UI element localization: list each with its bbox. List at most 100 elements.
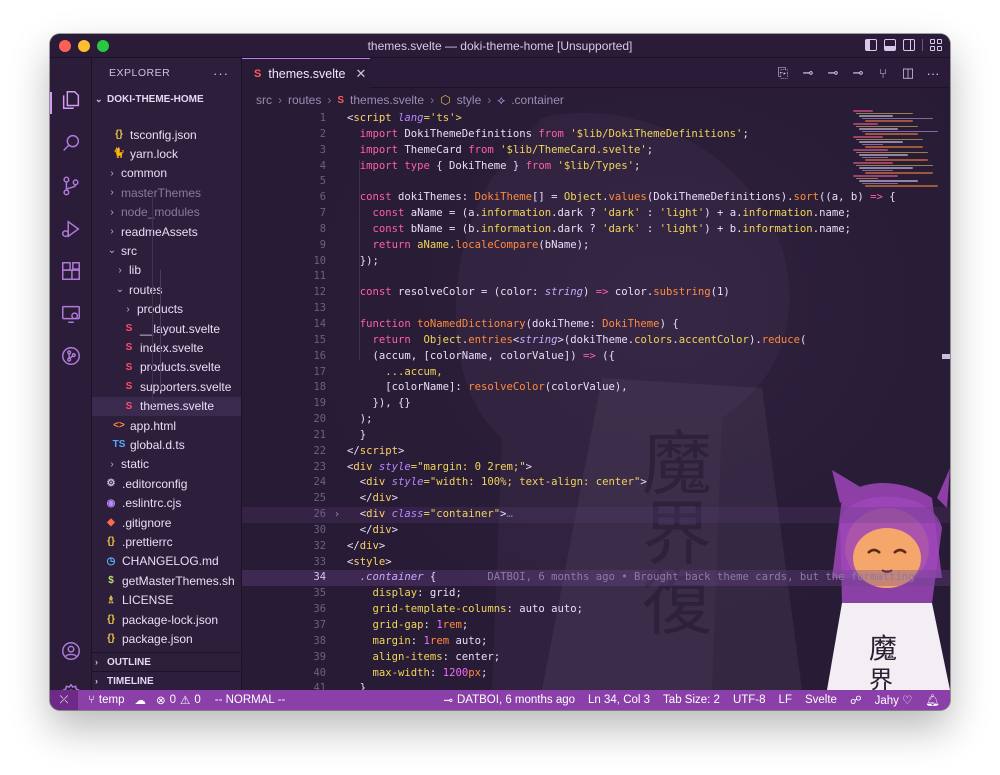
remote-explorer-icon[interactable] <box>59 302 83 326</box>
cursor-position[interactable]: Ln 34, Col 3 <box>588 694 650 706</box>
tab-themes-svelte[interactable]: S themes.svelte ✕ <box>242 58 370 88</box>
file-item[interactable]: {} package.json <box>92 629 241 648</box>
code-line[interactable]: 36 grid-template-columns: auto auto; <box>242 602 950 618</box>
code-line[interactable]: 17 ...accum, <box>242 365 950 381</box>
git-commit-icon[interactable]: ⊸ <box>801 65 815 81</box>
code-line[interactable]: 8 const bName = (b.information.dark ? 'd… <box>242 222 950 238</box>
file-item[interactable]: Sindex.svelte <box>92 338 241 357</box>
file-item[interactable]: ◆ .gitignore <box>92 513 241 532</box>
code-line[interactable]: 34 .container { DATBOI, 6 months ago • B… <box>242 570 950 587</box>
feedback-icon[interactable]: ☍ <box>850 693 862 707</box>
code-line[interactable]: 41 } <box>242 681 950 690</box>
code-line[interactable]: 11 <box>242 269 950 285</box>
code-line[interactable]: 20 ); <box>242 412 950 428</box>
minimize-window-button[interactable] <box>78 40 90 52</box>
code-line[interactable]: 13 <box>242 301 950 317</box>
code-line[interactable]: 14 function toNamedDictionary(dokiTheme:… <box>242 317 950 333</box>
account-icon[interactable] <box>59 639 83 663</box>
code-line[interactable]: 35 display: grid; <box>242 586 950 602</box>
file-item[interactable]: 🐈 yarn.lock <box>92 144 241 163</box>
more-actions-icon[interactable]: ··· <box>213 66 229 81</box>
source-control-icon[interactable] <box>59 174 83 198</box>
breadcrumb-item[interactable]: style <box>457 93 482 107</box>
code-line[interactable]: 32 </div> <box>242 539 950 555</box>
folder-item[interactable]: › masterThemes <box>92 183 241 202</box>
folder-item[interactable]: ⌄ src <box>92 241 241 260</box>
breadcrumb-item[interactable]: routes <box>288 93 321 107</box>
file-item[interactable]: $ getMasterThemes.sh <box>92 571 241 590</box>
code-line[interactable]: 38 margin: 1rem auto; <box>242 634 950 650</box>
code-line[interactable]: 16 (accum, [colorName, colorValue]) => (… <box>242 349 950 365</box>
file-item[interactable]: ◉ .eslintrc.cjs <box>92 494 241 513</box>
files-icon[interactable] <box>59 88 83 112</box>
folder-item[interactable]: ›products <box>92 300 241 319</box>
theme-user[interactable]: Jahy ♡ <box>875 693 913 707</box>
code-line[interactable]: 7 const aName = (a.information.dark ? 'd… <box>242 206 950 222</box>
problems-indicator[interactable]: ⊗ 0 ⚠ 0 <box>156 693 201 707</box>
file-item[interactable]: {} tsconfig.json <box>92 125 241 144</box>
previous-change-icon[interactable]: ⊸ <box>826 65 840 81</box>
code-line[interactable]: 5 <box>242 174 950 190</box>
code-line[interactable]: 6 const dokiThemes: DokiTheme[] = Object… <box>242 190 950 206</box>
code-line[interactable]: 4 import type { DokiTheme } from '$lib/T… <box>242 159 950 175</box>
remote-indicator[interactable]: ⤫ <box>50 690 78 710</box>
folder-item[interactable]: › node_modules <box>92 203 241 222</box>
code-line[interactable]: 30 </div> <box>242 523 950 539</box>
notifications-bell-icon[interactable]: 🔔︎ <box>925 693 940 707</box>
end-of-line[interactable]: LF <box>779 694 792 706</box>
file-item[interactable]: <> app.html <box>92 416 241 435</box>
tab-size[interactable]: Tab Size: 2 <box>663 694 720 706</box>
code-line[interactable]: 15 return Object.entries<string>(dokiThe… <box>242 333 950 349</box>
folder-item[interactable]: › readmeAssets <box>92 222 241 241</box>
close-window-button[interactable] <box>59 40 71 52</box>
folder-item[interactable]: › lib <box>92 261 241 280</box>
file-item[interactable]: S __layout.svelte <box>92 319 241 338</box>
more-editor-actions-icon[interactable]: ··· <box>926 66 940 81</box>
code-line[interactable]: 23 <div style="margin: 0 2rem;"> <box>242 460 950 476</box>
code-line[interactable]: 21 } <box>242 428 950 444</box>
git-graph-action-icon[interactable]: ⑂ <box>876 66 890 81</box>
run-debug-icon[interactable] <box>59 217 83 241</box>
git-blame-status[interactable]: ⊸ DATBOI, 6 months ago <box>443 693 575 707</box>
open-preview-icon[interactable]: ⎘ <box>776 65 790 81</box>
code-line[interactable]: 33 <style> <box>242 555 950 571</box>
file-item[interactable]: Sproducts.svelte <box>92 358 241 377</box>
file-item[interactable]: {} .prettierrc <box>92 532 241 551</box>
file-item[interactable]: ◷ CHANGELOG.md <box>92 552 241 571</box>
outline-section[interactable]: › OUTLINE <box>92 652 241 671</box>
file-item[interactable]: TS global.d.ts <box>92 435 241 454</box>
file-item[interactable]: ⚙ .editorconfig <box>92 474 241 493</box>
git-graph-icon[interactable] <box>59 344 83 368</box>
toggle-secondary-sidebar-icon[interactable] <box>903 39 915 51</box>
code-line[interactable]: 37 grid-gap: 1rem; <box>242 618 950 634</box>
folder-item[interactable]: › static <box>92 455 241 474</box>
extensions-icon[interactable] <box>59 259 83 283</box>
code-editor[interactable]: 1 <script lang='ts'> 2 import DokiThemeDef… <box>242 111 950 690</box>
code-line[interactable]: 25 </div> <box>242 491 950 507</box>
code-line[interactable]: 9 return aName.localeCompare(bName); <box>242 238 950 254</box>
breadcrumb-item[interactable]: .container <box>511 93 564 107</box>
search-icon[interactable] <box>59 131 83 155</box>
breadcrumb-item[interactable]: src <box>256 93 272 107</box>
breadcrumb-item[interactable]: themes.svelte <box>350 93 424 107</box>
sync-status[interactable]: ☁ <box>134 693 146 707</box>
customize-layout-icon[interactable] <box>930 39 942 51</box>
fold-chevron-icon[interactable]: › <box>334 507 340 523</box>
code-line[interactable]: 22 </script> <box>242 444 950 460</box>
toggle-primary-sidebar-icon[interactable] <box>865 39 877 51</box>
code-line[interactable]: 1 <script lang='ts'> <box>242 111 950 127</box>
close-tab-icon[interactable]: ✕ <box>355 66 366 82</box>
code-line[interactable]: 10 }); <box>242 254 950 270</box>
folder-item[interactable]: › common <box>92 164 241 183</box>
next-change-icon[interactable]: ⊸ <box>851 65 865 81</box>
language-mode[interactable]: Svelte <box>805 694 837 706</box>
code-line[interactable]: 2 import DokiThemeDefinitions from '$lib… <box>242 127 950 143</box>
git-branch[interactable]: ⑂ temp <box>88 694 124 706</box>
split-editor-icon[interactable]: ◫ <box>901 65 915 81</box>
file-item[interactable]: Sthemes.svelte <box>92 396 241 416</box>
encoding[interactable]: UTF-8 <box>733 694 766 706</box>
file-item[interactable]: {} package-lock.json <box>92 610 241 629</box>
toggle-panel-icon[interactable] <box>884 39 896 51</box>
minimap[interactable] <box>849 110 944 190</box>
code-line[interactable]: 39 align-items: center; <box>242 650 950 666</box>
